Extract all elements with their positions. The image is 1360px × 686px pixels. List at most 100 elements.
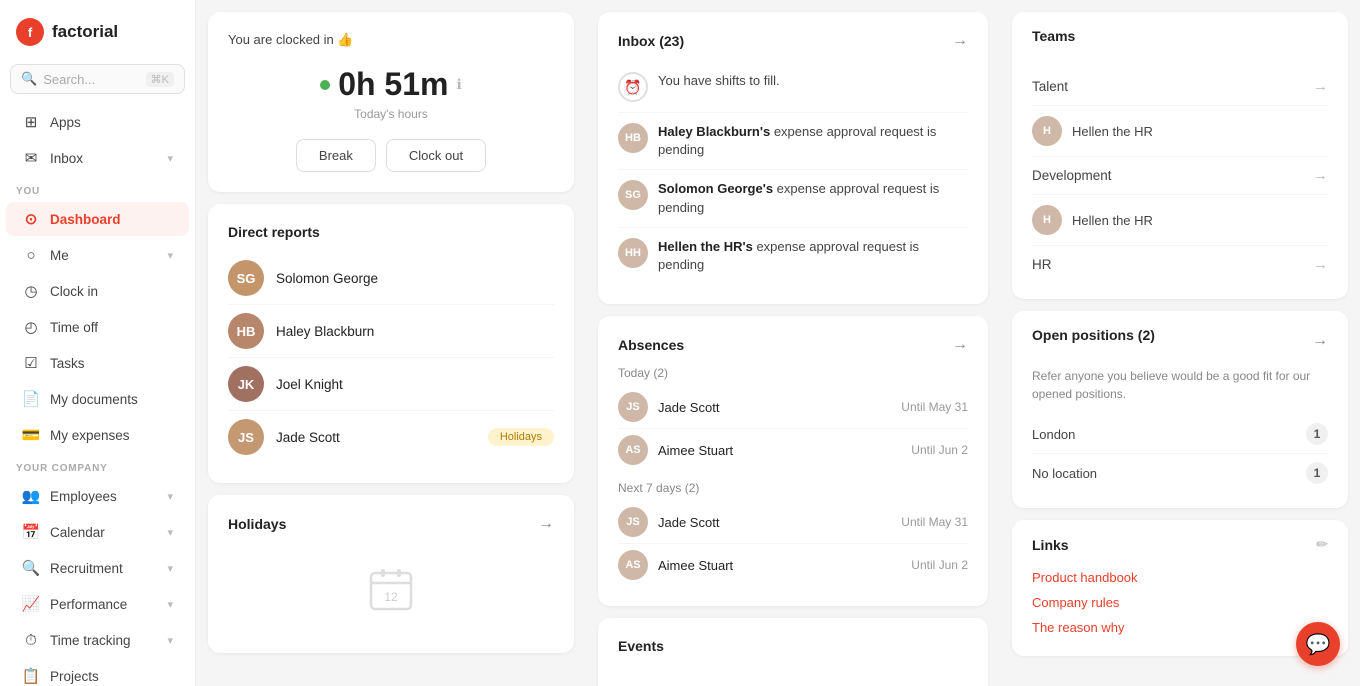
sidebar-item-clock-in[interactable]: ◷ Clock in — [6, 274, 189, 308]
teams-title: Teams — [1032, 28, 1075, 44]
dashboard-icon: ⊙ — [22, 210, 40, 228]
absences-arrow[interactable]: → — [952, 336, 968, 354]
team-arrow[interactable]: → — [1313, 167, 1328, 184]
right-panel: Teams Talent → H Hellen the HR Developme… — [1000, 0, 1360, 686]
holidays-card: Holidays → 12 — [208, 495, 574, 653]
absence-date: Until Jun 2 — [911, 443, 968, 457]
sidebar-item-employees[interactable]: 👥 Employees ▾ — [6, 479, 189, 513]
links-header: Links ✏ — [1032, 536, 1328, 553]
team-talent: Talent → — [1032, 68, 1328, 106]
team-name: Development — [1032, 168, 1313, 183]
sidebar-item-my-expenses[interactable]: 💳 My expenses — [6, 418, 189, 452]
support-button[interactable]: 💬 — [1296, 622, 1340, 666]
tasks-icon: ☑ — [22, 354, 40, 372]
avatar: H — [1032, 205, 1062, 235]
report-name: Jade Scott — [276, 430, 476, 445]
sidebar-section-company: YOUR COMPANY — [0, 453, 195, 478]
chevron-down-icon: ▾ — [167, 526, 173, 539]
avatar: SG — [228, 260, 264, 296]
sidebar-item-label: Recruitment — [50, 561, 157, 576]
holidays-title: Holidays — [228, 516, 286, 532]
clock-time-value: 0h 51m — [338, 66, 448, 103]
sidebar-item-me[interactable]: ○ Me ▾ — [6, 238, 189, 272]
link-product-handbook[interactable]: Product handbook — [1032, 565, 1328, 590]
absences-today-list: JS Jade Scott Until May 31 AS Aimee Stua… — [618, 386, 968, 471]
inbox-arrow[interactable]: → — [952, 32, 968, 50]
absence-item: AS Aimee Stuart Until Jun 2 — [618, 544, 968, 586]
avatar: JS — [618, 507, 648, 537]
links-title: Links — [1032, 537, 1069, 553]
teams-header: Teams — [1032, 28, 1328, 56]
link-company-rules[interactable]: Company rules — [1032, 590, 1328, 615]
absence-item: JS Jade Scott Until May 31 — [618, 501, 968, 544]
projects-icon: 📋 — [22, 667, 40, 685]
break-button[interactable]: Break — [296, 139, 376, 172]
sidebar-item-label: Calendar — [50, 525, 157, 540]
inbox-header: Inbox (23) → — [618, 32, 968, 50]
events-header: Events — [618, 638, 968, 654]
sidebar-item-recruitment[interactable]: 🔍 Recruitment ▾ — [6, 551, 189, 585]
search-kbd: ⌘K — [146, 72, 174, 87]
edit-links-icon[interactable]: ✏ — [1316, 536, 1328, 553]
search-bar[interactable]: 🔍 Search... ⌘K — [10, 64, 185, 94]
open-positions-title: Open positions (2) — [1032, 327, 1155, 343]
absence-date: Until May 31 — [901, 400, 968, 414]
absence-name: Jade Scott — [658, 515, 891, 530]
clock-out-button[interactable]: Clock out — [386, 139, 486, 172]
sidebar-item-projects[interactable]: 📋 Projects — [6, 659, 189, 686]
positions-description: Refer anyone you believe would be a good… — [1032, 367, 1328, 403]
calendar-empty-icon: 12 — [367, 565, 415, 613]
chevron-down-icon: ▾ — [167, 562, 173, 575]
inbox-card: Inbox (23) → ⏰ You have shifts to fill. … — [598, 12, 988, 304]
open-positions-card: Open positions (2) → Refer anyone you be… — [1012, 311, 1348, 508]
inbox-item-text: Haley Blackburn's expense approval reque… — [658, 123, 968, 159]
inbox-item-solomon: SG Solomon George's expense approval req… — [618, 170, 968, 227]
sidebar-item-apps[interactable]: ⊞ Apps — [6, 105, 189, 139]
apps-icon: ⊞ — [22, 113, 40, 131]
time-off-icon: ◴ — [22, 318, 40, 336]
position-london: London 1 — [1032, 415, 1328, 454]
sidebar-item-time-off[interactable]: ◴ Time off — [6, 310, 189, 344]
team-name: HR — [1032, 257, 1313, 272]
sidebar-item-performance[interactable]: 📈 Performance ▾ — [6, 587, 189, 621]
sidebar-item-time-tracking[interactable]: ⏱ Time tracking ▾ — [6, 623, 189, 657]
sidebar-item-label: Inbox — [50, 151, 157, 166]
report-name: Solomon George — [276, 271, 554, 286]
absence-item: JS Jade Scott Until May 31 — [618, 386, 968, 429]
sidebar-item-label: Clock in — [50, 284, 173, 299]
sidebar-item-my-documents[interactable]: 📄 My documents — [6, 382, 189, 416]
positions-arrow[interactable]: → — [1312, 332, 1328, 350]
sidebar-item-dashboard[interactable]: ⊙ Dashboard — [6, 202, 189, 236]
direct-reports-title: Direct reports — [228, 224, 320, 240]
calendar-icon: 📅 — [22, 523, 40, 541]
absences-card: Absences → Today (2) JS Jade Scott Until… — [598, 316, 988, 606]
position-name: London — [1032, 427, 1075, 442]
team-arrow[interactable]: → — [1313, 78, 1328, 95]
sidebar-item-inbox[interactable]: ✉ Inbox ▾ — [6, 141, 189, 175]
position-count: 1 — [1306, 423, 1328, 445]
inbox-item-haley: HB Haley Blackburn's expense approval re… — [618, 113, 968, 170]
search-input: Search... — [43, 72, 139, 87]
sidebar-item-calendar[interactable]: 📅 Calendar ▾ — [6, 515, 189, 549]
main-content: You are clocked in 👍 0h 51m ℹ Today's ho… — [196, 0, 1360, 686]
open-positions-header: Open positions (2) → — [1032, 327, 1328, 355]
logo: f factorial — [0, 0, 195, 60]
teams-card: Teams Talent → H Hellen the HR Developme… — [1012, 12, 1348, 299]
absence-name: Jade Scott — [658, 400, 891, 415]
team-hr: HR → — [1032, 246, 1328, 283]
report-item: HB Haley Blackburn — [228, 305, 554, 358]
report-name: Joel Knight — [276, 377, 554, 392]
logo-icon: f — [16, 18, 44, 46]
events-card: Events 12 — [598, 618, 988, 686]
link-reason-why[interactable]: The reason why — [1032, 615, 1328, 640]
chevron-down-icon: ▾ — [167, 152, 173, 165]
member-name: Hellen the HR — [1072, 124, 1153, 139]
sidebar-item-tasks[interactable]: ☑ Tasks — [6, 346, 189, 380]
holiday-badge: Holidays — [488, 428, 554, 446]
team-arrow[interactable]: → — [1313, 256, 1328, 273]
avatar: H — [1032, 116, 1062, 146]
member-name: Hellen the HR — [1072, 213, 1153, 228]
sidebar-item-label: Apps — [50, 115, 173, 130]
holidays-arrow[interactable]: → — [538, 515, 554, 533]
expenses-icon: 💳 — [22, 426, 40, 444]
